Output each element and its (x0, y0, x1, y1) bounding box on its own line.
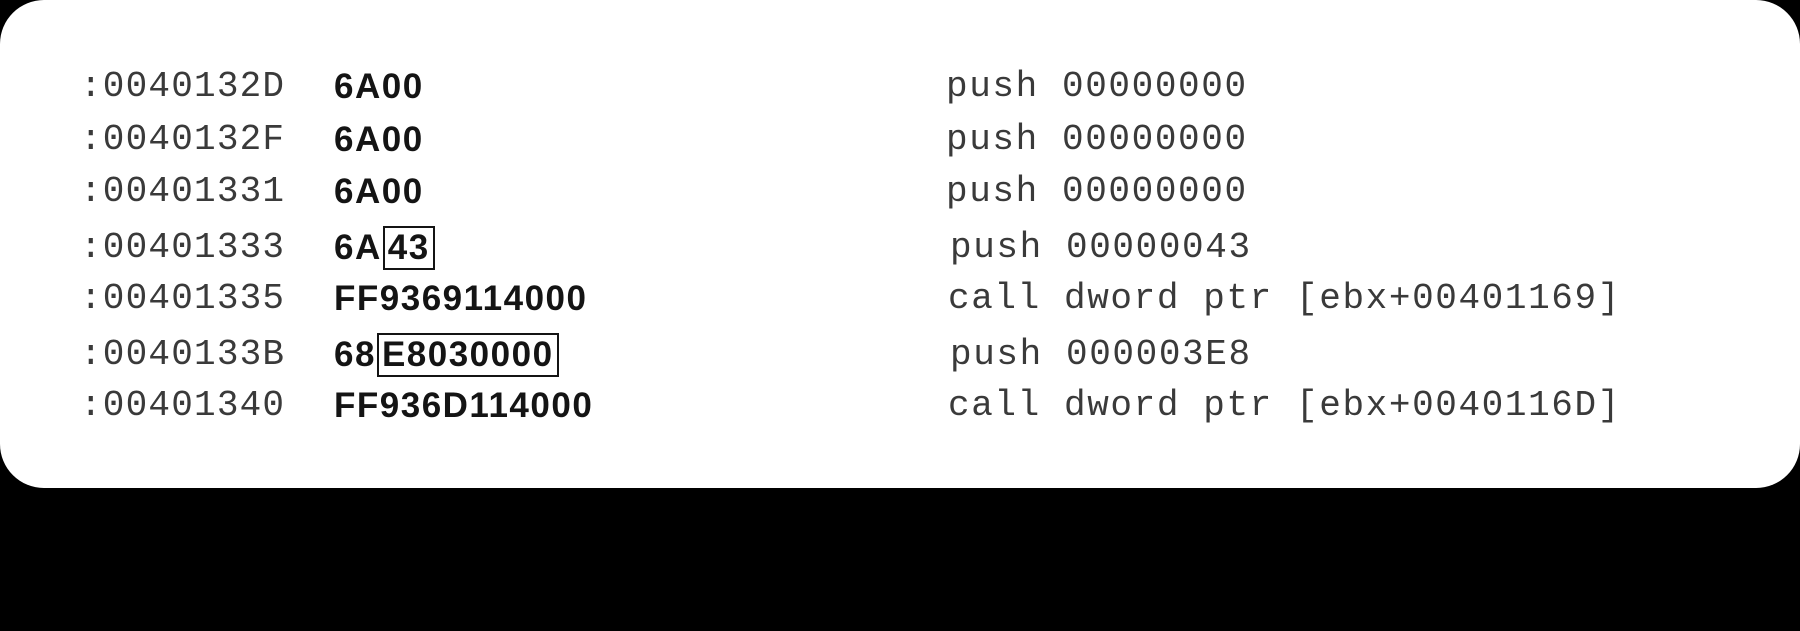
disassembly-line: :00401335 FF9369114000 call dword ptr [e… (0, 274, 1619, 324)
disassembly-line: :00401331 6A00 push 00000000 (0, 167, 1246, 217)
address: :0040133B (80, 334, 286, 375)
opcode-bytes: 6A00 (334, 62, 424, 112)
opcode-bytes: 6A 43 (334, 223, 435, 273)
address: :00401335 (80, 278, 286, 319)
address: :0040132D (80, 66, 286, 107)
opcode-bytes: FF9369114000 (334, 274, 587, 324)
operand-bytes: 00 (381, 172, 424, 211)
disassembly-line: :00401333 6A 43 push 00000043 (0, 223, 1250, 273)
disassembly-line: :0040132D 6A00 push 00000000 (0, 62, 1246, 112)
opcode-bytes: FF936D114000 (334, 381, 593, 431)
opcode: 6A (334, 228, 382, 267)
disassembly-panel: :0040132D 6A00 push 00000000 :0040132F 6… (0, 0, 1800, 488)
instruction: call dword ptr [ebx+00401169] (948, 278, 1621, 319)
opcode-bytes: 6A00 (334, 115, 424, 165)
instruction: push 00000000 (946, 66, 1248, 107)
highlighted-operand-bytes: 43 (382, 226, 435, 270)
disassembly-line: :00401340 FF936D114000 call dword ptr [e… (0, 381, 1619, 431)
opcode: 68 (334, 335, 376, 374)
instruction: push 00000043 (950, 227, 1252, 268)
opcode: FF9369114000 (334, 279, 588, 318)
opcode: 6A (334, 172, 382, 211)
operand-bytes: 00 (381, 67, 424, 106)
disassembly-line: :0040133B 68 E8030000 push 000003E8 (0, 330, 1250, 380)
opcode: FF936D114000 (334, 386, 594, 425)
disassembly-line: :0040132F 6A00 push 00000000 (0, 115, 1246, 165)
opcode-bytes: 68 E8030000 (334, 330, 559, 380)
instruction: call dword ptr [ebx+0040116D] (948, 385, 1621, 426)
opcode: 6A (334, 67, 382, 106)
address: :0040132F (80, 119, 286, 160)
address: :00401340 (80, 385, 286, 426)
instruction: push 00000000 (946, 119, 1248, 160)
opcode-bytes: 6A00 (334, 167, 424, 217)
address: :00401331 (80, 171, 286, 212)
operand-bytes: 00 (381, 120, 424, 159)
address: :00401333 (80, 227, 286, 268)
instruction: push 00000000 (946, 171, 1248, 212)
instruction: push 000003E8 (950, 334, 1252, 375)
highlighted-operand-bytes: E8030000 (376, 333, 559, 377)
opcode: 6A (334, 120, 382, 159)
